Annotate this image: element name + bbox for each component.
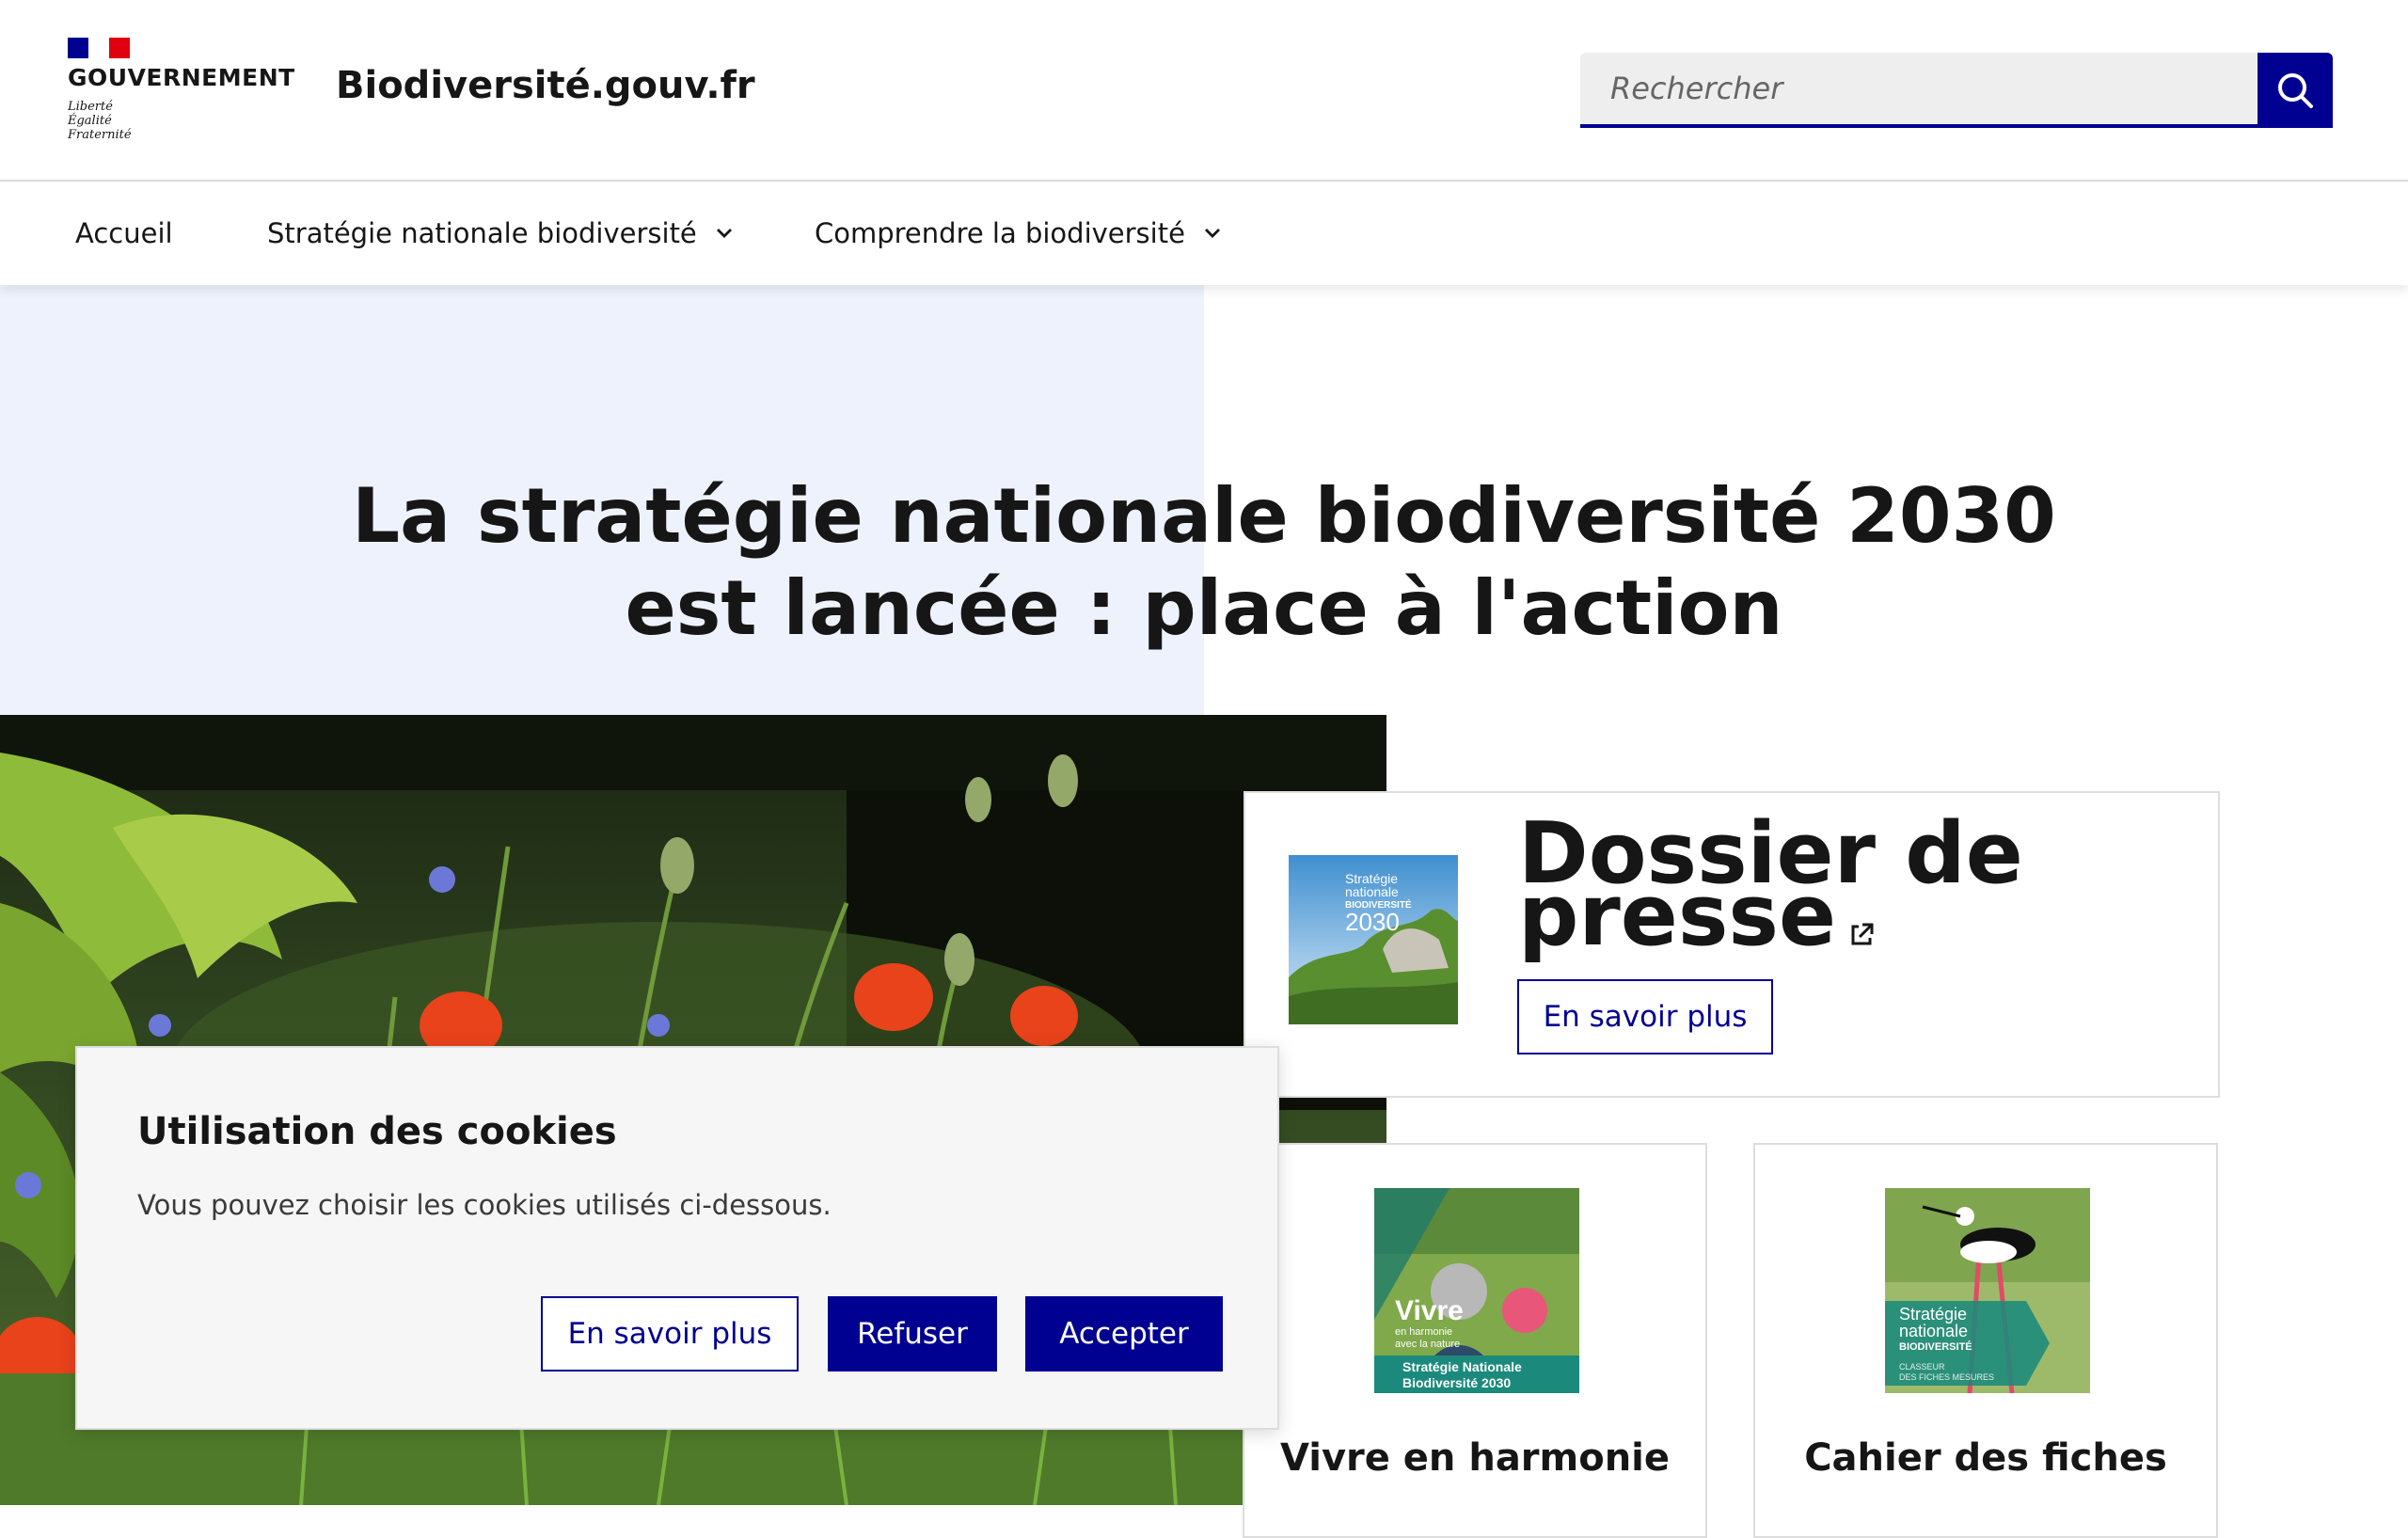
search-button[interactable] bbox=[2258, 53, 2333, 128]
chevron-down-icon bbox=[714, 227, 735, 240]
vivre-cover-image: Vivre en harmonie avec la nature Stratég… bbox=[1374, 1188, 1579, 1393]
thumb-text: BIODIVERSITÉ bbox=[1899, 1340, 1972, 1353]
nav-item-accueil[interactable]: Accueil bbox=[75, 182, 173, 285]
search-bar bbox=[1580, 53, 2333, 128]
cahier-card-title[interactable]: Cahier des fiches bbox=[1755, 1436, 2216, 1480]
thumb-text: avec la nature bbox=[1395, 1339, 1460, 1350]
motto-fraternite: Fraternité bbox=[68, 128, 132, 142]
government-logo[interactable]: GOUVERNEMENT Liberté Égalité Fraternité bbox=[68, 36, 295, 149]
thumb-text: CLASSEUR bbox=[1899, 1362, 1945, 1372]
cookie-consent-banner: Utilisation des cookies Vous pouvez choi… bbox=[75, 1046, 1279, 1430]
vivre-card-title[interactable]: Vivre en harmonie bbox=[1244, 1436, 1705, 1480]
cahier-des-fiches-card[interactable]: Stratégie nationale BIODIVERSITÉ CLASSEU… bbox=[1753, 1143, 2218, 1538]
press-kit-title[interactable]: Dossier de presse bbox=[1518, 812, 2218, 959]
nav-item-strategie[interactable]: Stratégie nationale biodiversité bbox=[267, 182, 735, 285]
motto-egalite: Égalité bbox=[68, 114, 112, 128]
search-icon bbox=[2278, 73, 2313, 108]
thumb-text: Vivre bbox=[1395, 1295, 1464, 1326]
press-kit-more-button[interactable]: En savoir plus bbox=[1517, 979, 1773, 1054]
nav-item-label: Comprendre la biodiversité bbox=[815, 217, 1185, 249]
marianne-flag-icon bbox=[68, 38, 130, 58]
thumb-text: Biodiversité 2030 bbox=[1402, 1375, 1511, 1390]
thumb-text: nationale bbox=[1899, 1322, 1968, 1340]
motto-liberte: Liberté bbox=[68, 100, 113, 114]
cookie-more-info-button[interactable]: En savoir plus bbox=[541, 1296, 799, 1372]
search-input[interactable] bbox=[1580, 53, 2258, 128]
cookie-refuse-button[interactable]: Refuser bbox=[828, 1296, 997, 1372]
logo-motto: Liberté Égalité Fraternité bbox=[68, 100, 132, 142]
main-navigation: Accueil Stratégie nationale biodiversité… bbox=[0, 182, 2408, 285]
vivre-en-harmonie-card[interactable]: Vivre en harmonie avec la nature Stratég… bbox=[1243, 1143, 1707, 1538]
nav-item-label: Stratégie nationale biodiversité bbox=[267, 217, 697, 249]
thumb-text: Stratégie Nationale bbox=[1402, 1359, 1522, 1374]
cookie-accept-button[interactable]: Accepter bbox=[1025, 1296, 1223, 1372]
site-name-link[interactable]: Biodiversité.gouv.fr bbox=[336, 64, 755, 107]
cookie-banner-text: Vous pouvez choisir les cookies utilisés… bbox=[137, 1189, 832, 1221]
cahier-cover-image: Stratégie nationale BIODIVERSITÉ CLASSEU… bbox=[1885, 1188, 2090, 1393]
thumb-text: nationale bbox=[1345, 884, 1399, 899]
press-kit-title-text: Dossier de presse bbox=[1518, 804, 2023, 965]
site-header: GOUVERNEMENT Liberté Égalité Fraternité … bbox=[0, 0, 2408, 182]
thumb-text: Stratégie bbox=[1899, 1305, 1967, 1324]
thumb-text: DES FICHES MESURES bbox=[1899, 1372, 1994, 1382]
nav-item-comprendre[interactable]: Comprendre la biodiversité bbox=[815, 182, 1223, 285]
nav-item-label: Accueil bbox=[75, 217, 173, 249]
hero-title: La stratégie nationale biodiversité 2030… bbox=[352, 472, 2056, 652]
external-link-icon bbox=[1847, 890, 1876, 952]
cookie-banner-title: Utilisation des cookies bbox=[137, 1110, 617, 1153]
thumb-text: en harmonie bbox=[1395, 1326, 1452, 1338]
press-kit-cover-image: Stratégie nationale BIODIVERSITÉ 2030 bbox=[1289, 855, 1458, 1024]
thumb-text: 2030 bbox=[1345, 908, 1400, 936]
logo-government-label: GOUVERNEMENT bbox=[68, 64, 295, 91]
chevron-down-icon bbox=[1202, 227, 1223, 240]
press-kit-card[interactable]: Stratégie nationale BIODIVERSITÉ 2030 Do… bbox=[1244, 791, 2220, 1098]
